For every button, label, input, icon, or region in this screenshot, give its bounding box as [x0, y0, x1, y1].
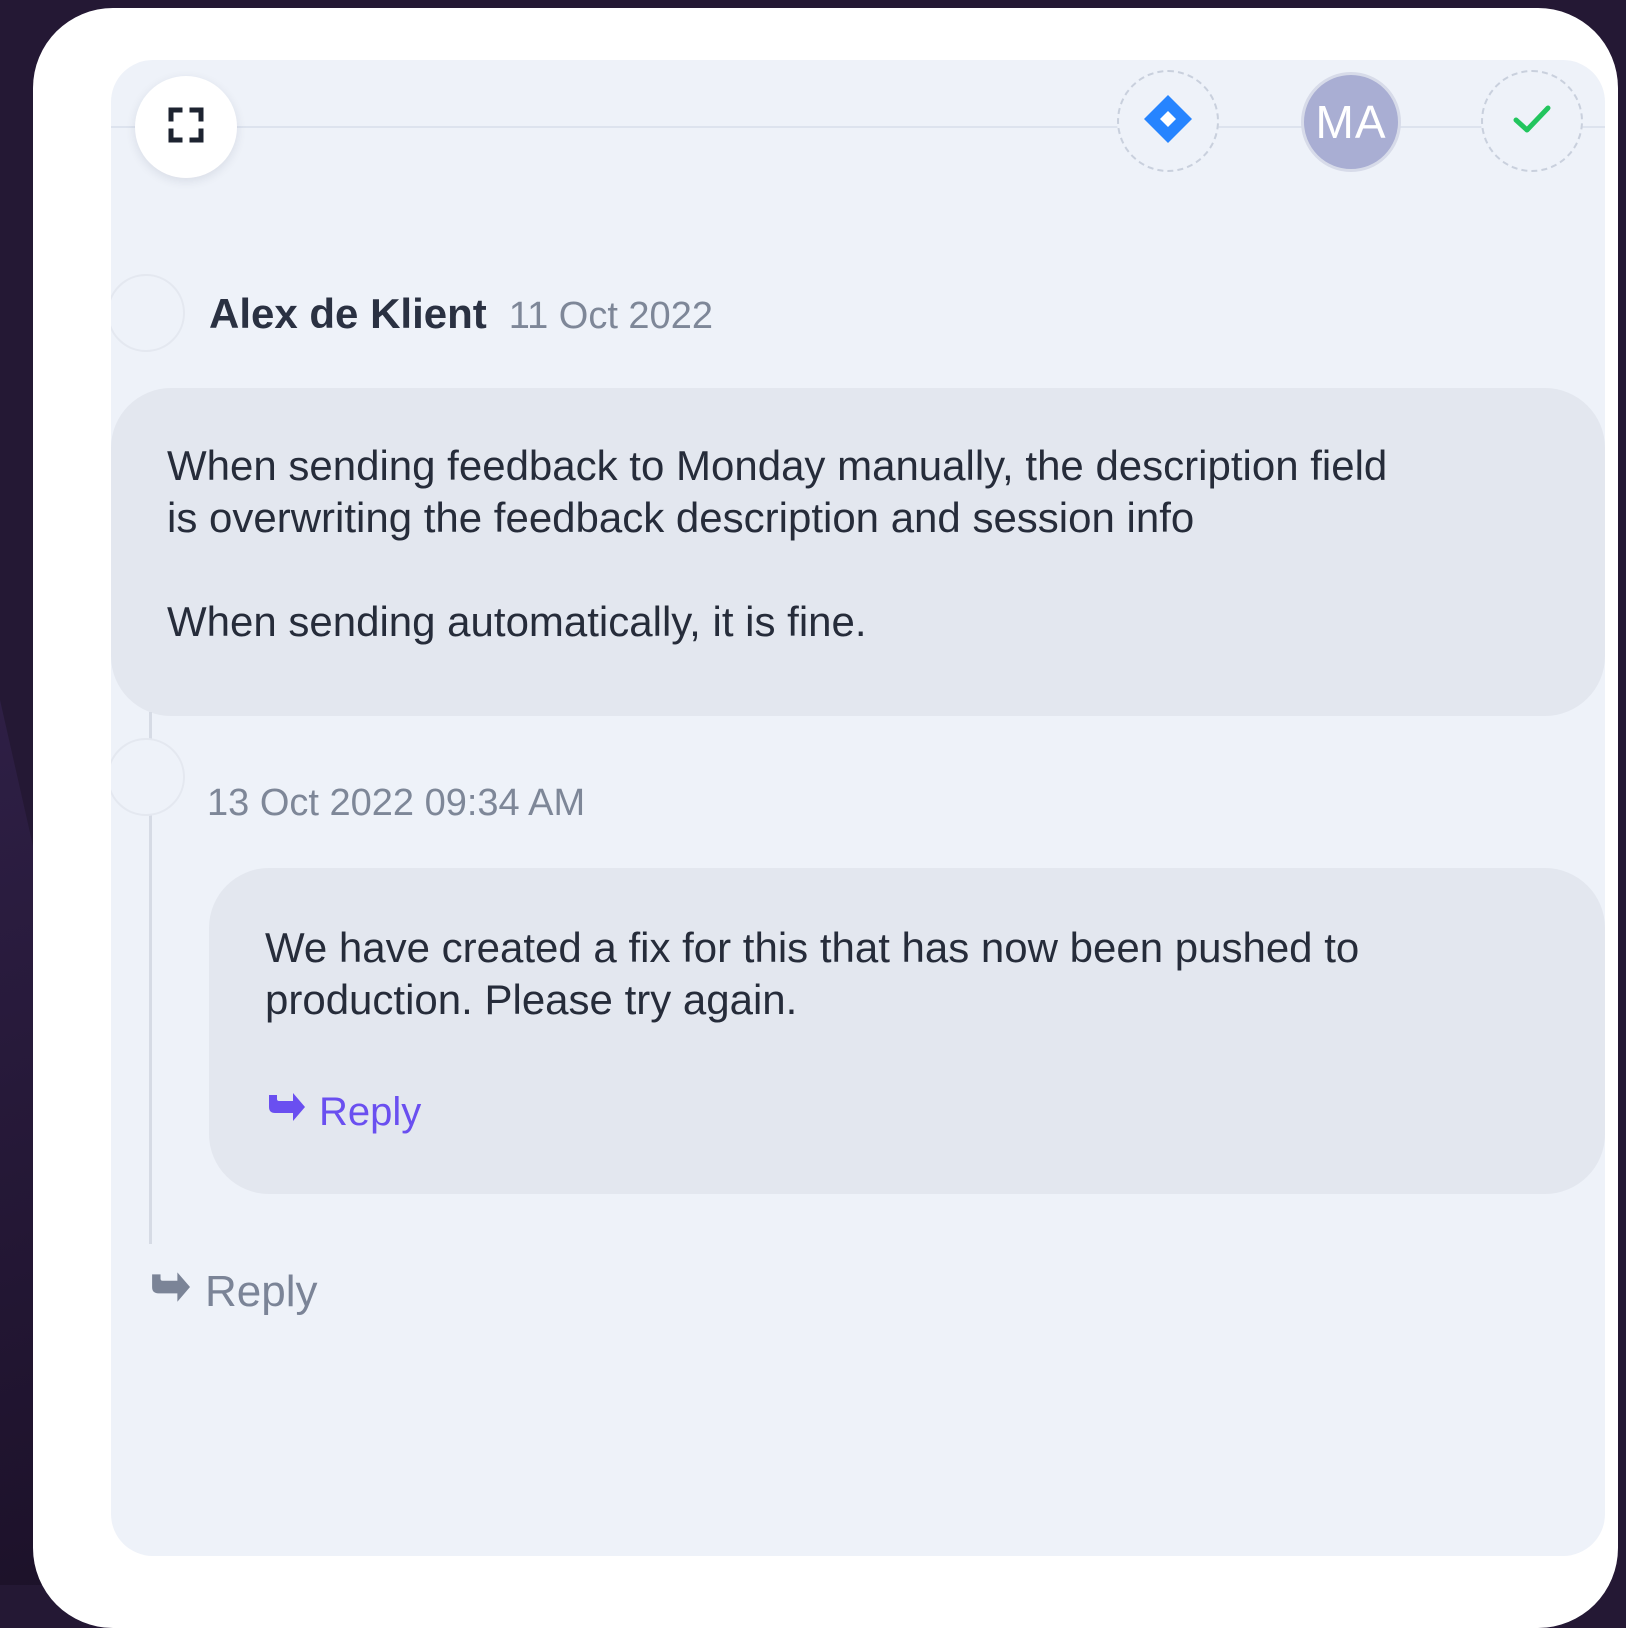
jira-icon — [1142, 93, 1194, 150]
reply-line: We have created a fix for this that has … — [265, 924, 1360, 971]
comment-header: Alex de Klient 11 Oct 2022 — [209, 290, 713, 338]
reply-button[interactable]: Reply — [147, 1266, 318, 1317]
resolve-button[interactable] — [1481, 70, 1583, 172]
comment-line: is overwriting the feedback description … — [167, 494, 1195, 541]
check-icon — [1510, 97, 1554, 146]
comment-panel: MA Alex de Klient 11 Oct 2022 When sendi… — [111, 60, 1605, 1556]
comment-date: 11 Oct 2022 — [508, 295, 713, 337]
reply-arrow-icon — [265, 1086, 319, 1138]
reply-arrow-icon — [147, 1266, 205, 1317]
reply-avatar — [111, 738, 185, 816]
reply-label: Reply — [319, 1090, 422, 1134]
jira-integration-button[interactable] — [1117, 70, 1219, 172]
expand-icon — [168, 107, 204, 148]
avatar-initials: MA — [1315, 96, 1387, 148]
author-name: Alex de Klient — [209, 290, 487, 337]
reply-to-comment-button[interactable]: Reply — [265, 1086, 421, 1138]
assignee-avatar[interactable]: MA — [1301, 72, 1401, 172]
reply-bubble: We have created a fix for this that has … — [209, 868, 1605, 1194]
comment-line: When sending feedback to Monday manually… — [167, 442, 1388, 489]
reply-line: production. Please try again. — [265, 976, 798, 1023]
comment-line: When sending automatically, it is fine. — [167, 598, 867, 645]
expand-button[interactable] — [135, 76, 237, 178]
feedback-card: MA Alex de Klient 11 Oct 2022 When sendi… — [33, 8, 1618, 1628]
comment-bubble: When sending feedback to Monday manually… — [111, 388, 1605, 716]
reply-label: Reply — [205, 1266, 318, 1316]
author-avatar — [111, 274, 185, 352]
reply-timestamp: 13 Oct 2022 09:34 AM — [207, 782, 586, 824]
